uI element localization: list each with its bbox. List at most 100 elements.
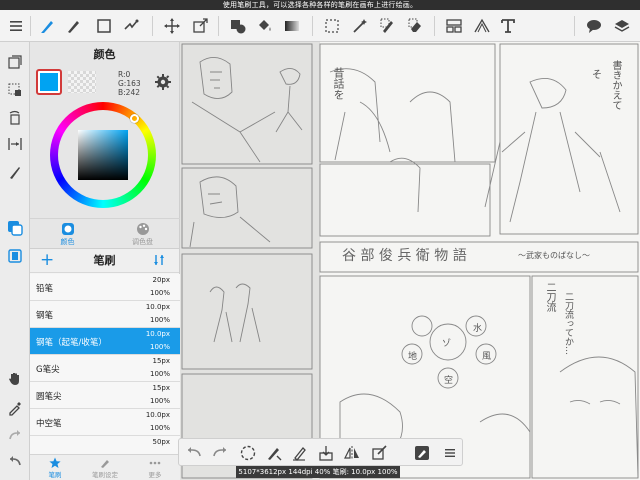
current-color-swatch[interactable]: [36, 69, 62, 95]
brush-tabs: 笔刷 笔刷设定 更多: [30, 454, 180, 480]
brush-size: 20px: [152, 276, 171, 284]
sketch-text: 昔話を: [332, 67, 345, 100]
tab-more[interactable]: 更多: [130, 455, 180, 480]
rgb-b: B:242: [118, 88, 140, 97]
brush-size-icon[interactable]: [5, 162, 25, 182]
pen-icon[interactable]: [64, 16, 84, 36]
rgb-readout: R:0 G:163 B:242: [118, 70, 141, 97]
brush-size: 15px: [152, 384, 171, 392]
rgb-g: G:163: [118, 79, 141, 88]
gear-icon[interactable]: [154, 73, 172, 91]
color-swap-icon[interactable]: [5, 218, 25, 238]
perspective-icon[interactable]: [472, 16, 492, 36]
text-icon[interactable]: [498, 16, 518, 36]
undo-icon[interactable]: [5, 452, 25, 472]
drawing-canvas[interactable]: 昔話を 書きかえて そ 谷 部 俊 兵 衛 物 語 ～武家ものばなし～ ゾ 水 …: [180, 42, 640, 480]
speech-bubble-icon[interactable]: [584, 16, 604, 36]
add-brush-button[interactable]: +: [40, 252, 54, 269]
redo-icon[interactable]: [5, 426, 25, 446]
palette-icon: [136, 222, 150, 236]
layer-copy-icon[interactable]: [5, 52, 25, 72]
fill-shapes-icon[interactable]: [228, 16, 248, 36]
material-icon[interactable]: [612, 16, 632, 36]
bottom-toolbar: [178, 438, 463, 466]
brush-item[interactable]: 铅笔 20px 100%: [30, 274, 180, 301]
brush-opacity: 100%: [149, 397, 170, 405]
selection-pen-icon[interactable]: [378, 16, 398, 36]
menu-lines-icon[interactable]: [441, 444, 459, 462]
more-dots-icon: [149, 457, 161, 469]
rotate-icon[interactable]: [5, 108, 25, 128]
brush-item[interactable]: 圆笔尖 15px 100%: [30, 382, 180, 409]
tab-brush-settings-label: 笔刷设定: [92, 471, 118, 479]
circle-char: 地: [408, 352, 418, 362]
bucket-icon[interactable]: [254, 16, 274, 36]
color-tabs: 颜色 调色盘: [30, 218, 180, 248]
tab-brush-settings[interactable]: 笔刷设定: [80, 455, 130, 480]
select-layer-icon[interactable]: [5, 80, 25, 100]
brush-header: + 笔刷: [30, 249, 179, 273]
tab-palette[interactable]: 调色盘: [105, 219, 180, 248]
color-panel: 颜色 R:0 G:163 B:242 颜色 调色盘: [30, 42, 180, 248]
display-icon[interactable]: [5, 246, 25, 266]
brush-item[interactable]: 钢笔 10.0px 100%: [30, 301, 180, 328]
transform-selection-icon[interactable]: [371, 444, 389, 462]
brush-size: 10.0px: [145, 330, 170, 338]
flip-canvas-icon[interactable]: [343, 444, 361, 462]
sketch-text: そ: [592, 70, 602, 81]
deselect-icon[interactable]: [239, 444, 257, 462]
brush-name: 钢笔（起笔/收笔）: [36, 338, 107, 348]
brush-opacity: 100%: [149, 424, 170, 432]
sort-icon[interactable]: [153, 254, 165, 266]
sketch-text: 書きかえて: [610, 60, 621, 110]
color-panel-title: 颜色: [93, 48, 116, 61]
symmetry-icon[interactable]: [122, 16, 142, 36]
brush-item-selected[interactable]: 钢笔（起笔/收笔） 10.0px 100%: [30, 328, 180, 355]
toolbar-divider: [434, 16, 435, 36]
toolbar-divider: [30, 16, 31, 36]
pen-edit-icon[interactable]: [291, 444, 309, 462]
brush-item[interactable]: 中空笔 10.0px 100%: [30, 409, 180, 436]
brush-size: 15px: [152, 357, 171, 365]
selection-eraser-icon[interactable]: [406, 16, 426, 36]
hue-wheel[interactable]: [50, 102, 156, 208]
rgb-r: R:0: [118, 70, 131, 79]
pen-icon[interactable]: [38, 16, 58, 36]
status-bar: 5107*3612px 144dpi 40% 笔刷: 10.0px 100%: [236, 466, 400, 478]
brush-opacity: 100%: [149, 289, 170, 297]
invert-selection-icon[interactable]: [265, 444, 283, 462]
brush-opacity: 100%: [149, 343, 170, 351]
sketch-text: 二刀流: [544, 282, 555, 312]
brush-panel: + 笔刷 铅笔 20px 100% 钢笔 10.0px 100% 钢笔（起笔/收…: [30, 248, 180, 480]
transparent-color-swatch[interactable]: [68, 71, 96, 93]
layer-settings-icon[interactable]: [413, 444, 431, 462]
hint-bar: 使用笔刷工具，可以选择各种各样的笔刷在画布上进行绘画。: [0, 0, 640, 10]
brush-item[interactable]: 50px: [30, 436, 180, 456]
hue-knob[interactable]: [130, 114, 139, 123]
paste-icon[interactable]: [317, 444, 335, 462]
brush-name: 钢笔: [36, 311, 54, 321]
star-icon: [49, 457, 61, 469]
tab-more-label: 更多: [148, 471, 162, 479]
tab-color[interactable]: 颜色: [30, 219, 105, 248]
gradient-icon[interactable]: [282, 16, 302, 36]
lasso-select-icon[interactable]: [322, 16, 342, 36]
magic-wand-icon[interactable]: [350, 16, 370, 36]
flip-icon[interactable]: [5, 134, 25, 154]
redo-icon[interactable]: [211, 444, 229, 462]
move-icon[interactable]: [162, 16, 182, 36]
undo-icon[interactable]: [185, 444, 203, 462]
tab-brush-label: 笔刷: [48, 471, 62, 479]
hand-icon[interactable]: [5, 368, 25, 388]
toolbar-divider: [574, 16, 575, 36]
brush-name: 圆笔尖: [36, 392, 62, 402]
eyedropper-icon[interactable]: [5, 398, 25, 418]
menu-icon[interactable]: [6, 16, 26, 36]
tab-brush[interactable]: 笔刷: [30, 455, 80, 480]
saturation-value-square[interactable]: [78, 130, 128, 180]
brush-item[interactable]: G笔尖 15px 100%: [30, 355, 180, 382]
toolbar-divider: [312, 16, 313, 36]
transform-icon[interactable]: [190, 16, 210, 36]
rectangle-icon[interactable]: [94, 16, 114, 36]
panel-icon[interactable]: [444, 16, 464, 36]
